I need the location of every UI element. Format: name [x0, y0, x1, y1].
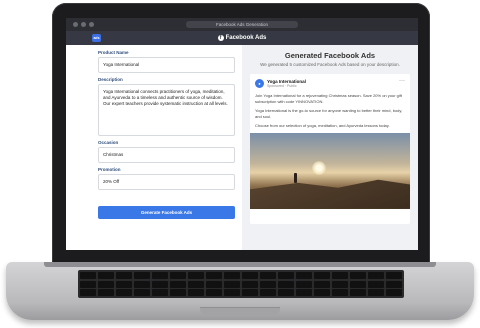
app-body: Product Name Yoga International Descript… [66, 45, 418, 250]
ad-preview-card[interactable]: ● Yoga International Sponsored · Public … [250, 74, 410, 224]
results-title: Generated Facebook Ads [284, 51, 376, 60]
minimize-window-button[interactable] [81, 22, 86, 27]
app-title: f Facebook Ads [66, 35, 418, 41]
description-label: Description [98, 77, 123, 82]
product-name-label: Product Name [98, 50, 129, 55]
window-titlebar: Facebook Ads Generation [66, 18, 418, 31]
app-title-text: Facebook Ads [225, 35, 267, 41]
generate-ads-button[interactable]: Generate Facebook Ads [98, 206, 235, 219]
laptop-screen: Facebook Ads Generation ads f Facebook A… [66, 18, 418, 250]
person-silhouette [294, 172, 297, 183]
description-textarea[interactable]: Yoga International connects practitioner… [98, 84, 235, 136]
results-subtitle: We generated 5 customized Facebook Ads b… [260, 62, 400, 67]
laptop-keyboard [78, 270, 404, 298]
promotion-input[interactable]: 20% Off [98, 174, 235, 190]
ad-form: Product Name Yoga International Descript… [66, 45, 242, 250]
close-window-button[interactable] [73, 22, 78, 27]
window-controls [73, 22, 94, 27]
maximize-window-button[interactable] [89, 22, 94, 27]
sun-glow [312, 160, 326, 175]
product-name-input[interactable]: Yoga International [98, 57, 235, 73]
ad-page-info: Yoga International Sponsored · Public [267, 79, 306, 88]
ad-paragraph: Choose from our selection of yoga, medit… [255, 123, 390, 128]
more-options-icon[interactable]: ··· [399, 78, 405, 84]
window-title: Facebook Ads Generation [186, 21, 298, 28]
ad-sponsored-label: Sponsored · Public [267, 84, 297, 88]
laptop-front-notch [200, 307, 280, 315]
results-panel: Generated Facebook Ads We generated 5 cu… [242, 45, 418, 250]
occasion-label: Occasion [98, 140, 119, 145]
ad-paragraph: Yoga International is the go-to source f… [255, 108, 403, 119]
ad-body-text: Join Yoga International for a rejuvenati… [255, 93, 405, 129]
facebook-icon: f [217, 35, 224, 41]
ad-image [250, 132, 410, 209]
mountain-ridge [250, 179, 410, 209]
page-avatar-icon: ● [255, 79, 264, 88]
occasion-input[interactable]: Christmas [98, 147, 235, 163]
app-logo-icon[interactable]: ads [92, 34, 101, 42]
laptop-hinge [44, 262, 436, 267]
promotion-label: Promotion [98, 167, 121, 172]
ad-header: ● Yoga International Sponsored · Public … [255, 78, 405, 88]
app-header: ads f Facebook Ads [66, 31, 418, 45]
ad-paragraph: Join Yoga International for a rejuvenati… [255, 93, 402, 104]
